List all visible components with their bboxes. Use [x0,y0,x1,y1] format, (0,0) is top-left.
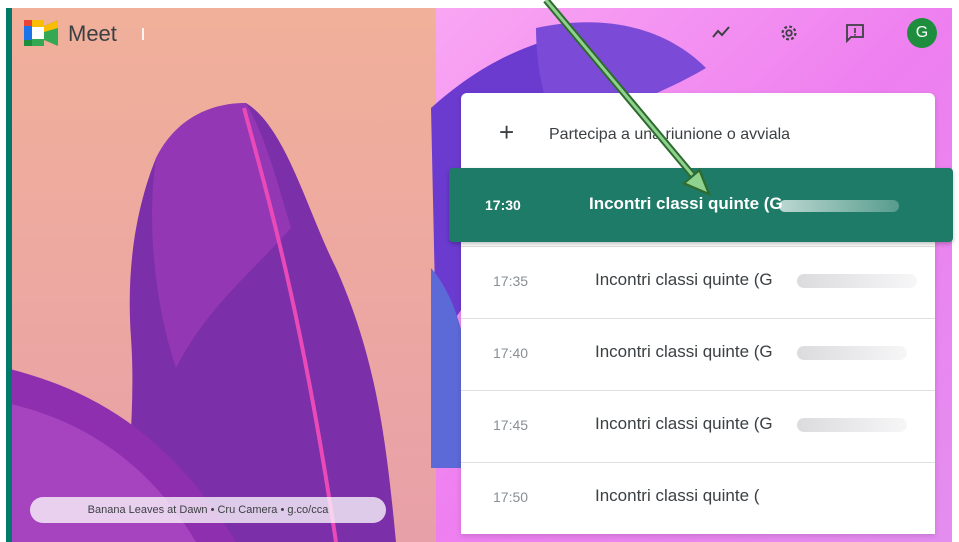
plus-icon: + [499,117,515,147]
left-accent-strip [6,8,12,542]
avatar-letter: G [915,24,929,41]
meeting-title: Incontri classi quinte (G [595,414,773,433]
app-name: Meet [68,21,117,46]
meeting-item-selected[interactable]: 17:30 Incontri classi quinte (G [449,168,953,242]
meeting-menu: + Partecipa a una riunione o avviala 17:… [461,93,935,534]
activity-chart-icon[interactable] [708,20,734,46]
meeting-title: Incontri classi quinte (G [595,342,773,361]
meeting-time: 17:40 [493,345,529,361]
meet-logo [24,20,60,46]
background-caption[interactable]: Banana Leaves at Dawn • Cru Camera • g.c… [30,497,386,523]
redacted-text [797,346,907,360]
meeting-time: 17:45 [493,417,529,433]
redacted-text [779,200,899,212]
join-or-start-meeting-item[interactable]: + Partecipa a una riunione o avviala [461,93,935,173]
meeting-time: 17:35 [493,273,529,289]
gear-icon[interactable] [776,20,802,46]
avatar[interactable]: G [907,18,937,48]
feedback-icon[interactable] [842,20,868,46]
meeting-item[interactable]: 17:50 Incontri classi quinte ( [461,462,935,534]
join-label: Partecipa a una riunione o avviala [549,126,791,143]
redacted-text [797,274,917,288]
redacted-text [797,418,907,432]
meeting-time: 17:30 [485,197,521,213]
meeting-time: 17:50 [493,489,529,505]
meeting-title: Incontri classi quinte (G [589,194,783,213]
background-caption-text: Banana Leaves at Dawn • Cru Camera • g.c… [87,504,329,516]
meeting-item[interactable]: 17:40 Incontri classi quinte (G [461,318,935,390]
text-cursor [142,28,144,40]
meeting-title: Incontri classi quinte ( [595,486,760,505]
meeting-item[interactable]: 17:35 Incontri classi quinte (G [461,246,935,318]
top-bar: Meet G [6,8,952,58]
meeting-title: Incontri classi quinte (G [595,270,773,289]
meeting-item[interactable]: 17:45 Incontri classi quinte (G [461,390,935,462]
